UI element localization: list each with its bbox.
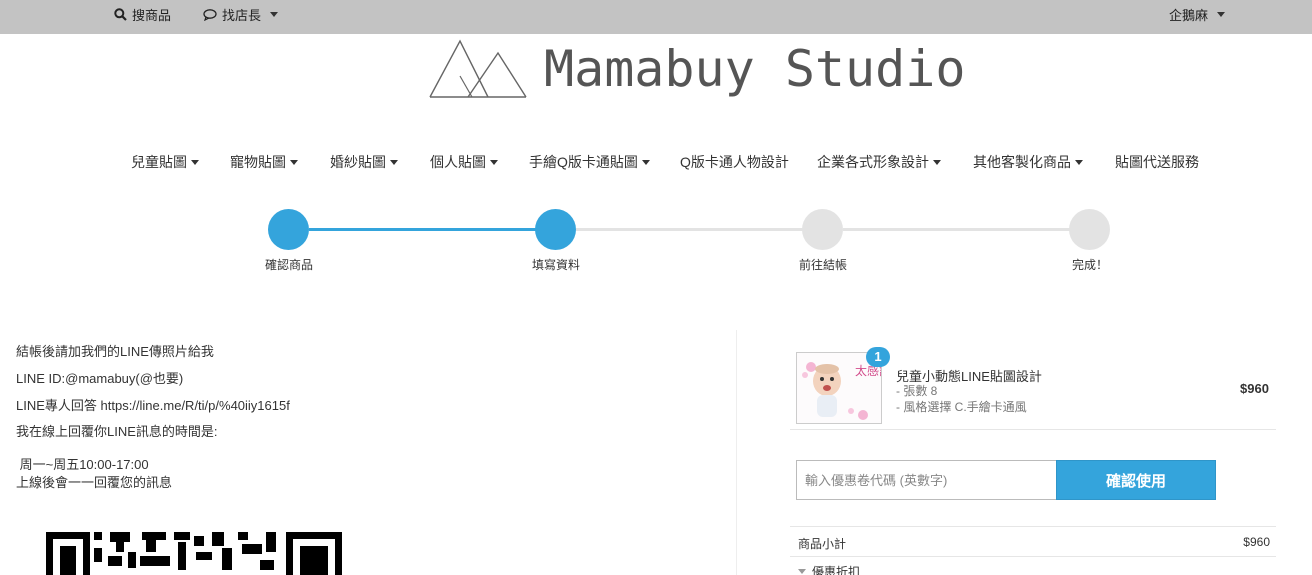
divider (790, 429, 1276, 430)
chevron-down-icon (191, 159, 199, 165)
step-label-checkout: 前往結帳 (798, 258, 847, 272)
divider (790, 526, 1276, 527)
line-url-text: LINE專人回答 https://line.me/R/ti/p/%40iiy16… (16, 398, 290, 413)
discount-row[interactable]: 優惠折扣 (798, 563, 1270, 575)
nav-item-label: 兒童貼圖 (131, 154, 187, 170)
nav-item-label: 其他客製化商品 (973, 154, 1071, 170)
nav-item-wedding-stickers[interactable]: 婚紗貼圖 (330, 152, 398, 172)
checkout-progress: 確認商品 填寫資料 前往結帳 完成！ (0, 205, 1312, 285)
nav-item-corporate-design[interactable]: 企業各式形象設計 (817, 152, 941, 172)
nav-item-label: 寵物貼圖 (230, 154, 286, 170)
main-nav: 兒童貼圖 寵物貼圖 婚紗貼圖 個人貼圖 手繪Q版卡通貼圖 Q版卡通人物設計 企業… (0, 150, 1312, 174)
column-divider (736, 330, 737, 575)
info-line: 我在線上回覆你LINE訊息的時間是: (16, 424, 218, 439)
search-icon (114, 8, 127, 21)
line-qr-code (46, 532, 342, 575)
product-option-style: - 風格選擇 C.手繪卡通風 (896, 400, 1027, 414)
subtotal-row: 商品小計 $960 (798, 535, 1270, 552)
chat-bubble-icon (203, 8, 217, 21)
progress-line-pending (576, 228, 803, 231)
nav-item-label: 婚紗貼圖 (330, 154, 386, 170)
step-dot-checkout (802, 209, 843, 250)
subtotal-label: 商品小計 (798, 537, 847, 551)
step-dot-info (535, 209, 576, 250)
site-logo[interactable]: Mamabuy Studio (428, 38, 965, 100)
nav-item-label: Q版卡通人物設計 (680, 154, 789, 170)
nav-item-custom-products[interactable]: 其他客製化商品 (973, 152, 1083, 172)
nav-item-label: 個人貼圖 (430, 154, 486, 170)
account-name: 企鵝麻 (1169, 8, 1209, 23)
contact-owner-label: 找店長 (222, 8, 262, 23)
chevron-down-icon (1217, 12, 1226, 17)
step-label-info: 填寫資料 (531, 258, 580, 272)
subtotal-value: $960 (1243, 535, 1270, 549)
nav-item-kids-stickers[interactable]: 兒童貼圖 (131, 152, 199, 172)
line-id-text: LINE ID:@mamabuy(@也要) (16, 371, 184, 386)
nav-item-label: 企業各式形象設計 (817, 154, 929, 170)
divider (790, 556, 1276, 557)
nav-item-label: 手繪Q版卡通貼圖 (529, 154, 638, 170)
search-products-label: 搜商品 (132, 8, 172, 23)
step-dot-complete (1069, 209, 1110, 250)
contact-owner-menu[interactable]: 找店長 (203, 5, 279, 24)
chevron-down-icon (641, 159, 650, 165)
nav-item-character-design[interactable]: Q版卡通人物設計 (680, 152, 789, 172)
step-label-complete: 完成！ (1071, 258, 1108, 272)
product-option-count: - 張數 8 (896, 384, 938, 398)
info-line: 上線後會一一回覆您的訊息 (16, 475, 173, 490)
nav-item-sticker-gifting[interactable]: 貼圖代送服務 (1115, 152, 1199, 172)
nav-item-hand-drawn-stickers[interactable]: 手繪Q版卡通貼圖 (529, 152, 650, 172)
chevron-down-icon (390, 159, 398, 165)
coupon-code-input[interactable] (796, 460, 1057, 500)
step-dot-confirm (268, 209, 309, 250)
top-bar: 搜商品 找店長 企鵝麻 (0, 0, 1312, 34)
chevron-down-icon (290, 159, 298, 165)
nav-item-pet-stickers[interactable]: 寵物貼圖 (230, 152, 298, 172)
account-menu[interactable]: 企鵝麻 (1169, 5, 1226, 24)
service-hours: 周一~周五10:00-17:00 (16, 457, 149, 472)
discount-label: 優惠折扣 (812, 565, 861, 575)
progress-line-pending (843, 228, 1070, 231)
chevron-down-icon (490, 159, 498, 165)
mountain-logo-icon (429, 39, 527, 98)
apply-coupon-button[interactable]: 確認使用 (1056, 460, 1216, 500)
product-price: $960 (1240, 381, 1269, 396)
chevron-down-icon (270, 12, 279, 17)
chevron-down-icon (933, 159, 941, 165)
chevron-down-icon (798, 569, 806, 574)
info-line: 結帳後請加我們的LINE傳照片給我 (16, 344, 214, 359)
step-label-confirm: 確認商品 (264, 258, 313, 272)
chevron-down-icon (1075, 159, 1083, 165)
progress-line-done (309, 228, 536, 231)
nav-item-personal-stickers[interactable]: 個人貼圖 (430, 152, 498, 172)
quantity-badge: 1 (866, 347, 890, 367)
logo-text: Mamabuy Studio (544, 40, 966, 98)
nav-item-label: 貼圖代送服務 (1115, 154, 1199, 170)
line-contact-info: 結帳後請加我們的LINE傳照片給我 LINE ID:@mamabuy(@也要) … (16, 340, 716, 492)
search-products-link[interactable]: 搜商品 (114, 5, 171, 24)
